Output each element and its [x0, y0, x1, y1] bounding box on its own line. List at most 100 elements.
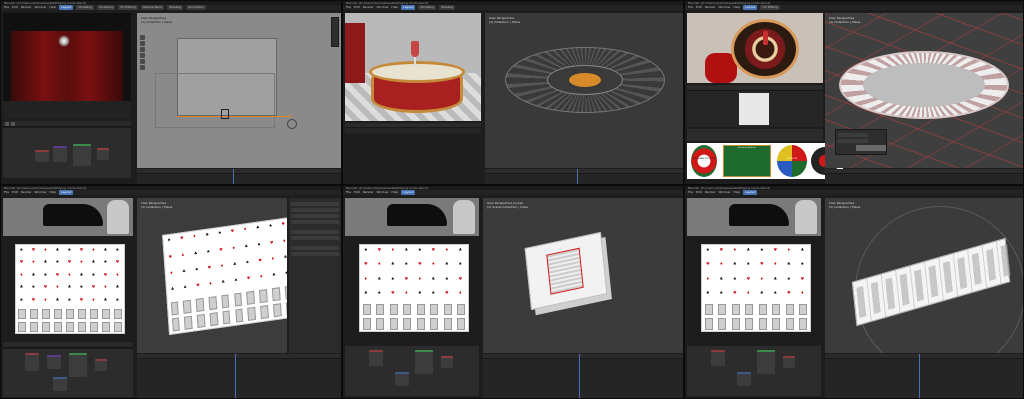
node-mix[interactable] — [47, 355, 61, 369]
menu-help[interactable]: Help — [391, 190, 398, 195]
menu-help[interactable]: Help — [733, 5, 740, 10]
tab-modeling[interactable]: Modeling — [418, 5, 437, 10]
menu-file[interactable]: File — [4, 190, 9, 195]
node-image[interactable] — [369, 350, 383, 366]
timeline-5[interactable] — [483, 354, 683, 398]
node-editor-4[interactable] — [3, 349, 133, 397]
3d-viewport-4[interactable]: User Perspective (1) Collection | Plane … — [137, 198, 287, 353]
menu-render[interactable]: Render — [705, 190, 716, 195]
playhead[interactable] — [577, 169, 578, 184]
card-sheet[interactable]: ♠ ♥ ♦ ♣ ♠ ♥ ♦ ♣ ♠ ♥ ♦ ♣ ♠ ♥ ♦ ♣ ♠ ♥ ♦ ♣ ♠ ♥ ♦ ♣ ♠ ♥ ♦ ♣ ♠ ♥ ♦ ♣ ♠ ♥ ♦ ♣ ♠ ♥ ♦ ♣… — [15, 244, 125, 334]
3d-viewport-6[interactable]: User Perspective (1) Collection | Plane — [825, 198, 1023, 353]
tab-uv-editing[interactable]: UV Editing — [118, 5, 138, 10]
tab-uv-editing[interactable]: UV Editing — [760, 5, 781, 10]
menu-file[interactable]: File — [688, 190, 693, 195]
render-preview-piano[interactable] — [3, 198, 133, 236]
menu-file[interactable]: File — [688, 5, 693, 10]
prop-row[interactable] — [291, 208, 339, 212]
prop-row[interactable] — [291, 230, 339, 234]
node-uv[interactable] — [737, 372, 751, 386]
menu-render[interactable]: Render — [705, 5, 716, 10]
view-icon[interactable] — [11, 122, 15, 126]
render-preview[interactable] — [3, 13, 131, 119]
card-sheet-2[interactable]: ♠ ♥ ♦ ♣ ♠ ♥ ♦ ♣ ♥ ♦ ♣ ♠ ♥ ♦ ♣ ♠ ♦ ♣ ♠ ♥ ♦ ♣ ♠ ♥ ♣ ♠ ♥ ♦ ♣ ♠ ♥ ♦ — [359, 244, 469, 332]
3d-viewport-5[interactable]: User Perspective (Local) (1) Scene Colle… — [483, 198, 683, 353]
prop-row[interactable] — [291, 214, 339, 218]
playhead[interactable] — [233, 169, 234, 184]
node-bsdf[interactable] — [415, 350, 433, 374]
menu-edit[interactable]: Edit — [12, 5, 18, 10]
menu-row[interactable] — [838, 139, 868, 143]
card-sheet-3[interactable]: ♠ ♥ ♦ ♣ ♠ ♥ ♦ ♣ ♥ ♦ ♣ ♠ ♥ ♦ ♣ ♠ ♦ ♣ ♠ ♥ ♦ ♣ ♠ ♥ ♣ ♠ ♥ ♦ ♣ ♠ ♥ ♦ — [701, 244, 811, 332]
menu-window[interactable]: Window — [377, 190, 389, 195]
card-plane[interactable]: ♠ ♥ ♦ ♣ ♠ ♥ ♦ ♣ ♠ ♥ ♥ ♦ ♣ ♠ ♥ ♦ ♣ ♠ ♥ ♦ ♦ ♣ ♠ ♥ ♦ ♣ ♠ ♥ ♦ ♣ ♣ ♠ ♥ ♦ ♣ ♠ ♥ ♦ ♣ ♠ — [162, 216, 287, 336]
menu-help[interactable]: Help — [49, 5, 56, 10]
node-bsdf[interactable] — [73, 144, 91, 166]
3d-viewport-2[interactable]: User Perspective (1) Collection | Plane — [485, 13, 683, 168]
menu-help[interactable]: Help — [391, 5, 398, 10]
menu-render[interactable]: Render — [363, 5, 374, 10]
menu-help[interactable]: Help — [733, 190, 740, 195]
node-bsdf[interactable] — [69, 353, 87, 377]
node-uv[interactable] — [395, 372, 409, 386]
tab-shading[interactable]: Shading — [439, 5, 456, 10]
menu-edit[interactable]: Edit — [696, 5, 702, 10]
menu-edit[interactable]: Edit — [354, 190, 360, 195]
tab-modeling[interactable]: Modeling — [76, 5, 95, 10]
prop-row[interactable] — [291, 220, 339, 224]
timeline[interactable] — [137, 169, 341, 184]
3d-viewport[interactable]: User Perspective (1) Collection | Plane — [137, 13, 341, 168]
context-menu[interactable] — [835, 129, 887, 155]
tab-animation[interactable]: Animation — [186, 5, 206, 10]
3d-viewport-3[interactable]: User Perspective (1) Collection | Plane — [825, 13, 1023, 168]
menu-edit[interactable]: Edit — [12, 190, 18, 195]
timeline-main-2[interactable] — [485, 169, 683, 184]
render-preview-piano-3[interactable] — [687, 198, 821, 236]
timeline-4[interactable] — [137, 354, 341, 398]
tab-layout[interactable]: Layout — [59, 5, 74, 10]
image-editor[interactable] — [687, 91, 823, 127]
render-preview-wheel[interactable] — [687, 13, 823, 83]
tab-layout[interactable]: Layout — [743, 5, 758, 10]
prop-row[interactable] — [291, 252, 339, 256]
menu-render[interactable]: Render — [21, 190, 32, 195]
menu-help[interactable]: Help — [49, 190, 56, 195]
prop-row[interactable] — [291, 246, 339, 250]
node-image[interactable] — [711, 350, 725, 366]
tab-shading[interactable]: Shading — [167, 5, 184, 10]
timeline-3[interactable] — [825, 169, 1023, 184]
node-output[interactable] — [95, 359, 107, 371]
tab-layout[interactable]: Layout — [59, 190, 74, 195]
sidebar-toggle[interactable] — [331, 17, 339, 47]
tab-layout[interactable]: Layout — [401, 190, 416, 195]
menu-row[interactable] — [838, 133, 868, 137]
node-editor-5[interactable] — [345, 346, 479, 396]
timeline-2[interactable] — [345, 123, 481, 133]
tab-layout[interactable]: Layout — [401, 5, 416, 10]
roulette-cards-strip[interactable]: EUROPEAN ROULETTE European Roulette ROUL… — [687, 143, 843, 179]
menu-edit[interactable]: Edit — [354, 5, 360, 10]
menu-window[interactable]: Window — [377, 5, 389, 10]
playhead[interactable] — [235, 354, 236, 398]
node-texture[interactable] — [35, 150, 49, 162]
node-uv[interactable] — [53, 377, 67, 391]
menu-window[interactable]: Window — [35, 190, 47, 195]
menu-window[interactable]: Window — [35, 5, 47, 10]
node-image[interactable] — [25, 353, 39, 371]
menu-file[interactable]: File — [346, 5, 351, 10]
tab-sculpting[interactable]: Sculpting — [97, 5, 116, 10]
timeline-6[interactable] — [825, 354, 1023, 398]
menu-file[interactable]: File — [4, 5, 9, 10]
menu-file[interactable]: File — [346, 190, 351, 195]
object-icon[interactable] — [5, 122, 9, 126]
node-mapping[interactable] — [53, 146, 67, 162]
properties-panel[interactable] — [289, 198, 341, 353]
playhead[interactable] — [919, 354, 920, 398]
menu-render[interactable]: Render — [21, 5, 32, 10]
node-output[interactable] — [783, 356, 795, 368]
prop-row[interactable] — [291, 202, 339, 206]
node-editor[interactable] — [3, 128, 131, 178]
tab-texture-paint[interactable]: Texture Paint — [140, 5, 165, 10]
menu-render[interactable]: Render — [363, 190, 374, 195]
tab-layout[interactable]: Layout — [743, 190, 758, 195]
